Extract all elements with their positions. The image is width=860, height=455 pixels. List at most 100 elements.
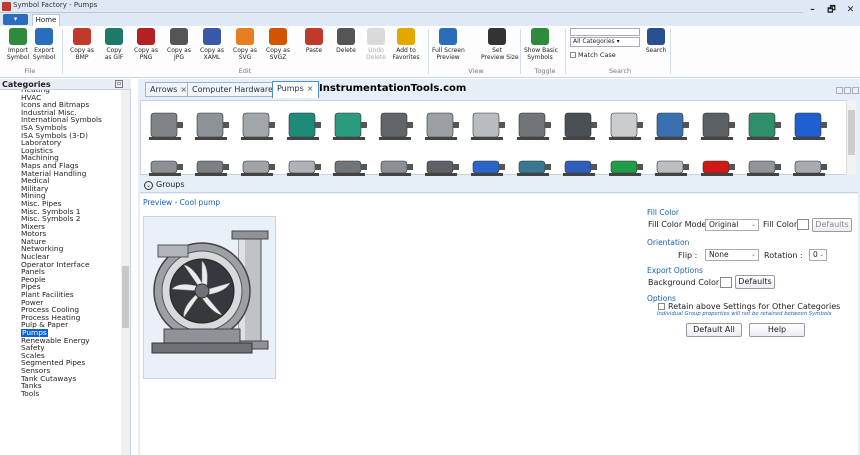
checkbox-icon [658, 303, 665, 310]
symbol-thumbnail[interactable] [699, 107, 737, 143]
tab-pumps[interactable]: Pumps × [272, 81, 319, 98]
document-tabs: Arrows× Computer Hardware× Pumps× Instru… [138, 79, 860, 98]
close-tab-icon[interactable]: × [307, 84, 314, 93]
xaml-button[interactable]: Copy as XAML [196, 28, 228, 61]
pin-icon[interactable]: ▫ [115, 80, 123, 88]
symbol-thumbnail[interactable] [331, 107, 369, 143]
tab-arrows[interactable]: Arrows × [145, 82, 193, 97]
jpg-button[interactable]: Copy as JPG [163, 28, 195, 61]
categories-header: Categories ▫ [0, 79, 131, 90]
search-input[interactable] [570, 28, 640, 36]
symbol-thumbnail[interactable] [515, 143, 553, 179]
gif-button[interactable]: Copy as GIF [98, 28, 130, 61]
bmp-button[interactable]: Copy as BMP [66, 28, 98, 61]
paste-button[interactable]: Paste [298, 28, 330, 54]
symbol-thumbnail[interactable] [791, 143, 829, 179]
import-icon [9, 28, 27, 45]
ribbon-button-label: Delete [336, 47, 356, 54]
symbol-thumbnail[interactable] [561, 143, 599, 179]
gif-icon [105, 28, 123, 45]
ribbon-button-label: Copy as SVG [233, 47, 257, 61]
symbol-thumbnail[interactable] [745, 143, 783, 179]
ribbon-separator [428, 29, 429, 74]
scroll-thumb[interactable] [848, 110, 855, 155]
symbol-thumbnail[interactable] [193, 143, 231, 179]
symbol-thumbnail[interactable] [561, 107, 599, 143]
symbol-thumbnail[interactable] [147, 143, 185, 179]
retain-settings-checkbox[interactable]: Retain above Settings for Other Categori… [658, 302, 840, 311]
export-button[interactable]: Export Symbol [28, 28, 60, 61]
undo-button[interactable]: Undo Delete [360, 28, 392, 61]
default-all-button[interactable]: Default All [686, 323, 742, 337]
symbol-thumbnail[interactable] [515, 107, 553, 143]
export-defaults-button[interactable]: Defaults [735, 275, 775, 289]
scroll-thumb[interactable] [122, 266, 129, 328]
symbol-thumbnail[interactable] [423, 143, 461, 179]
fullscreen-icon [439, 28, 457, 45]
groups-label: Groups [156, 180, 185, 189]
background-color-swatch[interactable] [720, 277, 732, 288]
search-button[interactable]: Search [640, 28, 672, 54]
symbol-gallery [140, 100, 856, 176]
tab-list-icon[interactable] [852, 87, 859, 94]
symbol-thumbnail[interactable] [745, 107, 783, 143]
png-icon [137, 28, 155, 45]
flip-select[interactable]: None ⌄ [705, 249, 759, 261]
svg-button[interactable]: Copy as SVG [229, 28, 261, 61]
fill-color-swatch[interactable] [797, 219, 809, 230]
symbol-thumbnail[interactable] [653, 107, 691, 143]
symbol-thumbnail[interactable] [377, 107, 415, 143]
ribbon-button-label: Paste [305, 47, 323, 54]
basic-symbols-button[interactable]: Show Basic Symbols [524, 28, 558, 61]
ribbon-button-label: Add to Favorites [392, 47, 420, 61]
fullscreen-button[interactable]: Full Screen Preview [432, 28, 465, 61]
rotation-label: Rotation : [764, 251, 803, 260]
left-arrow-icon[interactable] [836, 87, 843, 94]
chevron-down-icon[interactable]: ⌄ [144, 181, 153, 190]
symbol-thumbnail[interactable] [791, 107, 829, 143]
symbol-thumbnail[interactable] [653, 143, 691, 179]
symbol-thumbnail[interactable] [377, 143, 415, 179]
right-arrow-icon[interactable] [844, 87, 851, 94]
symbol-thumbnail[interactable] [607, 143, 645, 179]
category-filter-select[interactable]: All Categories ▾ [570, 37, 640, 47]
preview-image [143, 216, 276, 379]
symbol-thumbnail[interactable] [423, 107, 461, 143]
symbol-thumbnail[interactable] [469, 143, 507, 179]
ribbon-separator [565, 29, 566, 74]
svgz-button[interactable]: Copy as SVGZ [262, 28, 294, 61]
symbol-thumbnail[interactable] [285, 107, 323, 143]
symbol-thumbnail[interactable] [699, 143, 737, 179]
symbol-thumbnail[interactable] [469, 107, 507, 143]
symbol-thumbnail[interactable] [147, 107, 185, 143]
rotation-select[interactable]: 0 ⌄ [809, 249, 827, 261]
help-button[interactable]: Help [749, 323, 805, 337]
ribbon-separator [670, 29, 671, 74]
png-button[interactable]: Copy as PNG [130, 28, 162, 61]
camera-button[interactable]: Set Preview Size [481, 28, 519, 61]
fill-defaults-button[interactable]: Defaults [812, 218, 852, 232]
ribbon-button-label: Search [645, 47, 667, 54]
file-menu-button[interactable]: ▾ [3, 14, 28, 25]
category-scrollbar[interactable] [121, 90, 130, 455]
star-button[interactable]: Add to Favorites [390, 28, 422, 61]
pump-symbol-icon [563, 112, 597, 140]
ribbon-button-label: Undo Delete [366, 47, 386, 61]
symbol-thumbnail[interactable] [239, 143, 277, 179]
symbol-thumbnail[interactable] [193, 107, 231, 143]
pump-symbol-icon [425, 160, 459, 176]
symbol-thumbnail[interactable] [331, 143, 369, 179]
fill-color-mode-select[interactable]: Original ⌄ [705, 219, 759, 231]
gallery-scrollbar[interactable] [846, 100, 856, 175]
symbol-thumbnail[interactable] [607, 107, 645, 143]
symbol-thumbnail[interactable] [285, 143, 323, 179]
tab-scroll-arrows[interactable] [835, 87, 859, 94]
groups-bar[interactable]: ⌄ Groups [140, 178, 858, 193]
category-item[interactable]: Tools [21, 389, 119, 398]
match-case-checkbox[interactable]: Match Case [570, 51, 616, 59]
checkbox-icon [570, 52, 576, 58]
tab-home[interactable]: Home [32, 14, 60, 26]
delete-button[interactable]: Delete [330, 28, 362, 54]
delete-icon [337, 28, 355, 45]
symbol-thumbnail[interactable] [239, 107, 277, 143]
